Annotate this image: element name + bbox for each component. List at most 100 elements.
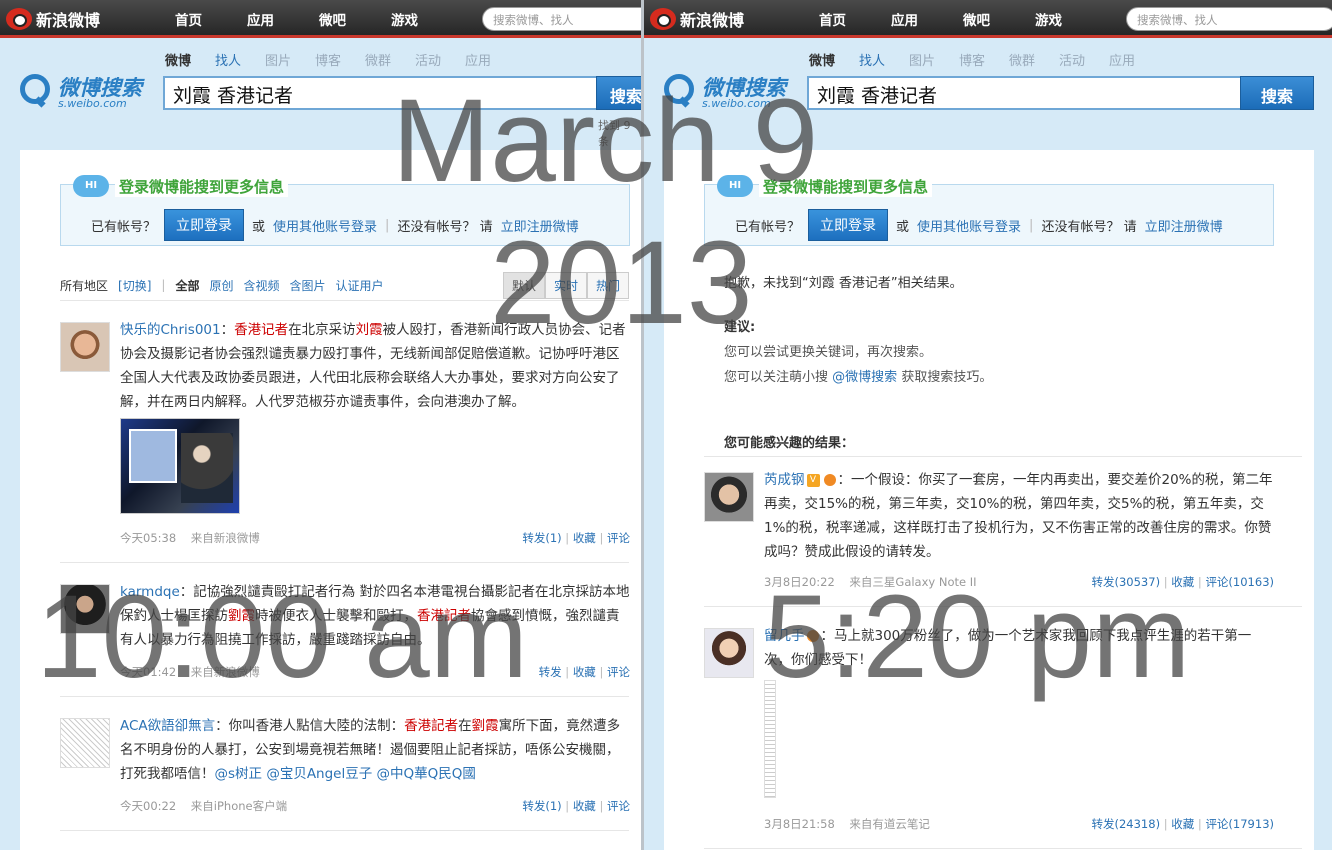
filter-original[interactable]: 原创 <box>209 277 233 294</box>
forward-link[interactable]: 转发(24318) <box>1092 817 1161 831</box>
post-source[interactable]: 来自有道云笔记 <box>849 816 930 832</box>
post-source[interactable]: 来自iPhone客户端 <box>191 798 287 814</box>
nav-home[interactable]: 首页 <box>175 9 247 29</box>
filter-all[interactable]: 全部 <box>175 277 199 294</box>
avatar[interactable] <box>60 322 110 372</box>
search-tabs: 微博 找人 图片 博客 微群 活动 应用 <box>165 50 515 69</box>
post-time[interactable]: 3月8日20:22 <box>764 574 835 590</box>
post-long-image[interactable] <box>764 680 776 798</box>
forward-link[interactable]: 转发(1) <box>522 531 561 545</box>
region-switch-link[interactable]: [切换] <box>118 277 151 294</box>
tab-blogs[interactable]: 博客 <box>959 50 1009 69</box>
tab-blogs[interactable]: 博客 <box>315 50 365 69</box>
weibo-search-logo[interactable]: 微博搜索 s.weibo.com <box>20 72 155 112</box>
tab-weibo[interactable]: 微博 <box>165 50 215 69</box>
post-author[interactable]: ACA欲語卻無言 <box>120 718 215 734</box>
post-author[interactable]: 留几手 <box>764 628 805 644</box>
post-text: 芮成钢 V ：一个假设：你买了一套房，一年内再卖出，要交差价20%的税，第二年再卖，… <box>764 468 1274 564</box>
tab-people[interactable]: 找人 <box>215 50 265 69</box>
suggestion-1: 您可以尝试更换关键词，再次搜索。 <box>724 345 933 360</box>
post-time[interactable]: 3月8日21:58 <box>764 816 835 832</box>
post-author[interactable]: 芮成钢 <box>764 472 805 488</box>
forward-link[interactable]: 转发(30537) <box>1092 575 1161 589</box>
favorite-link[interactable]: 收藏 <box>573 799 596 813</box>
filter-images[interactable]: 含图片 <box>289 277 325 294</box>
search-input[interactable]: 刘霞 香港记者 <box>807 76 1242 110</box>
sort-toggle: 默认 实时 热门 <box>502 271 629 299</box>
tab-images[interactable]: 图片 <box>265 50 315 69</box>
tab-apps[interactable]: 应用 <box>1109 50 1159 69</box>
register-link[interactable]: 立即注册微博 <box>1145 216 1223 235</box>
comment-link[interactable]: 评论 <box>607 665 630 679</box>
divider <box>704 606 1302 607</box>
other-account-link[interactable]: 使用其他账号登录 <box>917 216 1021 235</box>
post-source[interactable]: 来自新浪微博 <box>191 530 260 546</box>
comment-link[interactable]: 评论(17913) <box>1205 817 1274 831</box>
favorite-link[interactable]: 收藏 <box>573 531 596 545</box>
favorite-link[interactable]: 收藏 <box>573 665 596 679</box>
comment-link[interactable]: 评论 <box>607 799 630 813</box>
post-source[interactable]: 来自新浪微博 <box>191 664 260 680</box>
tab-events[interactable]: 活动 <box>415 50 465 69</box>
suggestion-2-text: 您可以关注萌小搜 <box>724 370 829 385</box>
nav-weiba[interactable]: 微吧 <box>963 9 1035 29</box>
highlighted-keyword: 刘霞 <box>355 322 383 338</box>
top-nav: 首页 应用 微吧 游戏 <box>819 9 1107 29</box>
comment-link[interactable]: 评论 <box>607 531 630 545</box>
post-source[interactable]: 来自三星Galaxy Note II <box>849 574 976 590</box>
favorite-link[interactable]: 收藏 <box>1171 575 1194 589</box>
sort-hot[interactable]: 热门 <box>586 271 629 299</box>
avatar[interactable] <box>704 628 754 678</box>
favorite-link[interactable]: 收藏 <box>1171 817 1194 831</box>
search-input[interactable]: 刘霞 香港记者 <box>163 76 598 110</box>
nav-apps[interactable]: 应用 <box>891 9 963 29</box>
weibo-eye-icon <box>6 8 32 30</box>
comment-link[interactable]: 评论(10163) <box>1205 575 1274 589</box>
tab-apps[interactable]: 应用 <box>465 50 515 69</box>
weibo-logo[interactable]: 新浪微博 <box>650 6 744 32</box>
feed-item: karmdqe：記協強烈譴責毆打記者行為 對於四名本港電視台攝影記者在北京採訪本… <box>60 584 630 694</box>
weibo-search-mention-link[interactable]: @微博搜索 <box>832 370 897 385</box>
weibo-logo[interactable]: 新浪微博 <box>6 6 100 32</box>
top-search-input[interactable]: 搜索微博、找人 <box>1126 7 1332 31</box>
post-time[interactable]: 今天01:42 <box>120 664 176 680</box>
search-button[interactable]: 搜索 <box>596 76 641 110</box>
tab-groups[interactable]: 微群 <box>1009 50 1059 69</box>
search-logo-url: s.weibo.com <box>702 97 771 110</box>
nav-games[interactable]: 游戏 <box>1035 9 1107 29</box>
nav-home[interactable]: 首页 <box>819 9 891 29</box>
tab-weibo[interactable]: 微博 <box>809 50 859 69</box>
post-author[interactable]: karmdqe <box>120 584 180 600</box>
tab-events[interactable]: 活动 <box>1059 50 1109 69</box>
sort-default[interactable]: 默认 <box>502 271 545 299</box>
search-button[interactable]: 搜索 <box>1240 76 1314 110</box>
nav-games[interactable]: 游戏 <box>391 9 463 29</box>
weibo-eye-icon <box>650 8 676 30</box>
tab-images[interactable]: 图片 <box>909 50 959 69</box>
mention-link[interactable]: @s树正 @宝贝Angel豆子 @中Q華Q民Q國 <box>215 766 476 782</box>
filter-verified[interactable]: 认证用户 <box>336 277 384 294</box>
tab-people[interactable]: 找人 <box>859 50 909 69</box>
login-button[interactable]: 立即登录 <box>808 209 889 241</box>
avatar[interactable] <box>60 584 110 634</box>
post-author[interactable]: 快乐的Chris001 <box>120 322 221 338</box>
avatar[interactable] <box>60 718 110 768</box>
post-meta: 今天05:38 来自新浪微博 转发(1) | 收藏 | 评论 <box>120 530 630 546</box>
other-account-link[interactable]: 使用其他账号登录 <box>273 216 377 235</box>
tab-groups[interactable]: 微群 <box>365 50 415 69</box>
sort-realtime[interactable]: 实时 <box>544 271 587 299</box>
avatar[interactable] <box>704 472 754 522</box>
register-link[interactable]: 立即注册微博 <box>501 216 579 235</box>
post-time[interactable]: 今天05:38 <box>120 530 176 546</box>
post-image[interactable] <box>120 418 240 514</box>
top-search-input[interactable]: 搜索微博、找人 <box>482 7 641 31</box>
forward-link[interactable]: 转发(1) <box>522 799 561 813</box>
nav-weiba[interactable]: 微吧 <box>319 9 391 29</box>
divider <box>60 696 629 697</box>
nav-apps[interactable]: 应用 <box>247 9 319 29</box>
post-time[interactable]: 今天00:22 <box>120 798 176 814</box>
filter-video[interactable]: 含视频 <box>243 277 279 294</box>
login-button[interactable]: 立即登录 <box>164 209 245 241</box>
forward-link[interactable]: 转发 <box>539 665 562 679</box>
weibo-search-logo[interactable]: 微博搜索 s.weibo.com <box>664 72 799 112</box>
